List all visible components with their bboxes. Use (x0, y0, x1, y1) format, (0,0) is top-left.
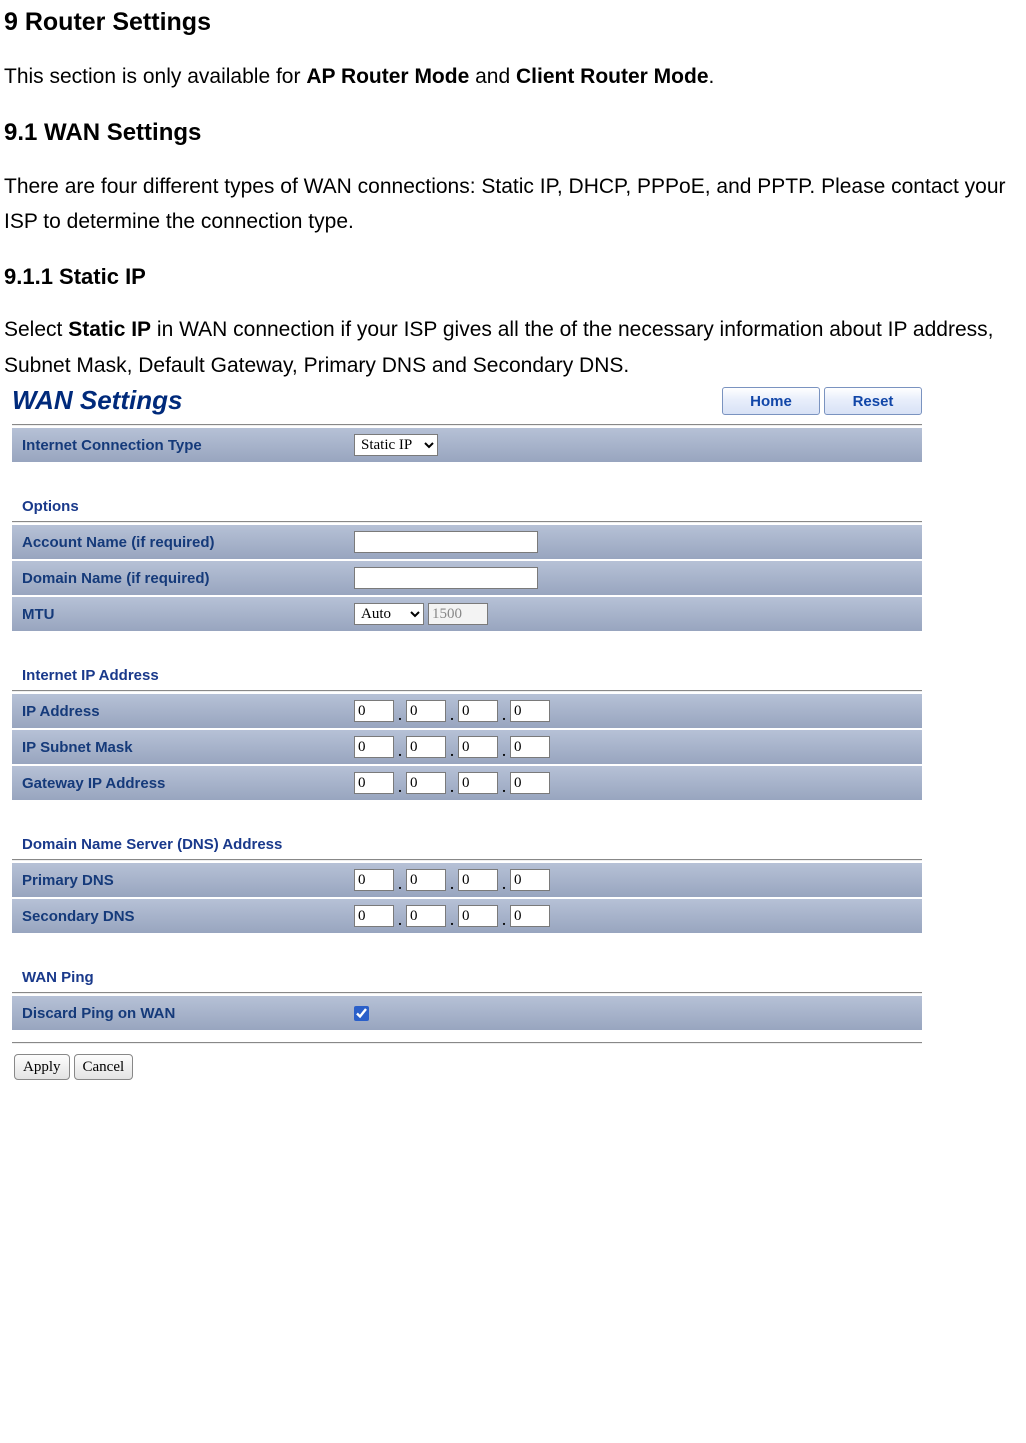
connection-type-row: Internet Connection Type Static IP (12, 428, 922, 462)
account-name-input[interactable] (354, 531, 538, 553)
internet-ip-heading: Internet IP Address (22, 667, 922, 684)
divider (12, 521, 922, 523)
dot-icon: . (446, 743, 458, 758)
dot-icon: . (446, 779, 458, 794)
dot-icon: . (394, 876, 406, 891)
subnet-octet-4[interactable] (510, 736, 550, 758)
wan-settings-panel: WAN Settings Home Reset Internet Connect… (12, 385, 922, 1080)
text: . (709, 65, 715, 88)
text: Select (4, 318, 68, 341)
account-name-label: Account Name (if required) (22, 534, 354, 551)
text: in WAN connection if your ISP gives all … (4, 318, 993, 377)
button-row: Apply Cancel (14, 1054, 922, 1080)
domain-name-input[interactable] (354, 567, 538, 589)
mtu-mode-select[interactable]: Auto (354, 603, 424, 625)
sdns-octet-4[interactable] (510, 905, 550, 927)
text: and (469, 65, 516, 88)
primary-dns-row: Primary DNS . . . (12, 863, 922, 897)
gateway-row: Gateway IP Address . . . (12, 766, 922, 800)
mtu-label: MTU (22, 606, 354, 623)
account-name-row: Account Name (if required) (12, 525, 922, 559)
reset-button[interactable]: Reset (824, 387, 922, 415)
paragraph: There are four different types of WAN co… (4, 169, 1022, 240)
subnet-mask-label: IP Subnet Mask (22, 739, 354, 756)
wan-ping-heading: WAN Ping (22, 969, 922, 986)
cancel-button[interactable]: Cancel (74, 1054, 134, 1080)
dot-icon: . (394, 912, 406, 927)
divider (12, 992, 922, 994)
secondary-dns-label: Secondary DNS (22, 908, 354, 925)
options-heading: Options (22, 498, 922, 515)
gateway-octet-1[interactable] (354, 772, 394, 794)
connection-type-label: Internet Connection Type (22, 437, 354, 454)
ip-octet-4[interactable] (510, 700, 550, 722)
divider (12, 1042, 922, 1044)
sdns-octet-2[interactable] (406, 905, 446, 927)
home-button[interactable]: Home (722, 387, 820, 415)
ip-address-row: IP Address . . . (12, 694, 922, 728)
discard-ping-checkbox[interactable] (354, 1006, 369, 1021)
panel-title: WAN Settings (12, 385, 182, 416)
gateway-octet-4[interactable] (510, 772, 550, 794)
bold-text: Client Router Mode (516, 65, 709, 88)
gateway-octet-2[interactable] (406, 772, 446, 794)
gateway-label: Gateway IP Address (22, 775, 354, 792)
dot-icon: . (446, 876, 458, 891)
section-heading: 9 Router Settings (4, 8, 1022, 37)
dot-icon: . (498, 912, 510, 927)
panel-header: WAN Settings Home Reset (12, 385, 922, 422)
pdns-octet-4[interactable] (510, 869, 550, 891)
bold-text: Static IP (68, 318, 151, 341)
header-button-row: Home Reset (722, 387, 922, 415)
subsection-heading: 9.1 WAN Settings (4, 119, 1022, 147)
pdns-octet-1[interactable] (354, 869, 394, 891)
dot-icon: . (394, 707, 406, 722)
sdns-octet-3[interactable] (458, 905, 498, 927)
divider (12, 859, 922, 861)
bold-text: AP Router Mode (306, 65, 469, 88)
subsubsection-heading: 9.1.1 Static IP (4, 264, 1022, 290)
discard-ping-label: Discard Ping on WAN (22, 1005, 354, 1022)
dot-icon: . (498, 876, 510, 891)
dot-icon: . (394, 743, 406, 758)
divider (12, 424, 922, 426)
paragraph: Select Static IP in WAN connection if yo… (4, 312, 1022, 383)
dot-icon: . (498, 743, 510, 758)
sdns-octet-1[interactable] (354, 905, 394, 927)
pdns-octet-3[interactable] (458, 869, 498, 891)
secondary-dns-row: Secondary DNS . . . (12, 899, 922, 933)
divider (12, 690, 922, 692)
gateway-octet-3[interactable] (458, 772, 498, 794)
ip-octet-3[interactable] (458, 700, 498, 722)
subnet-mask-row: IP Subnet Mask . . . (12, 730, 922, 764)
subnet-octet-3[interactable] (458, 736, 498, 758)
ip-octet-2[interactable] (406, 700, 446, 722)
dot-icon: . (394, 779, 406, 794)
domain-name-row: Domain Name (if required) (12, 561, 922, 595)
primary-dns-label: Primary DNS (22, 872, 354, 889)
text: This section is only available for (4, 65, 306, 88)
discard-ping-row: Discard Ping on WAN (12, 996, 922, 1030)
mtu-value-input (428, 603, 488, 625)
mtu-row: MTU Auto (12, 597, 922, 631)
ip-address-label: IP Address (22, 703, 354, 720)
ip-octet-1[interactable] (354, 700, 394, 722)
dot-icon: . (498, 779, 510, 794)
connection-type-select[interactable]: Static IP (354, 434, 438, 456)
dot-icon: . (498, 707, 510, 722)
domain-name-label: Domain Name (if required) (22, 570, 354, 587)
subnet-octet-2[interactable] (406, 736, 446, 758)
apply-button[interactable]: Apply (14, 1054, 70, 1080)
intro-paragraph: This section is only available for AP Ro… (4, 59, 1022, 95)
subnet-octet-1[interactable] (354, 736, 394, 758)
dot-icon: . (446, 707, 458, 722)
dns-heading: Domain Name Server (DNS) Address (22, 836, 922, 853)
dot-icon: . (446, 912, 458, 927)
pdns-octet-2[interactable] (406, 869, 446, 891)
